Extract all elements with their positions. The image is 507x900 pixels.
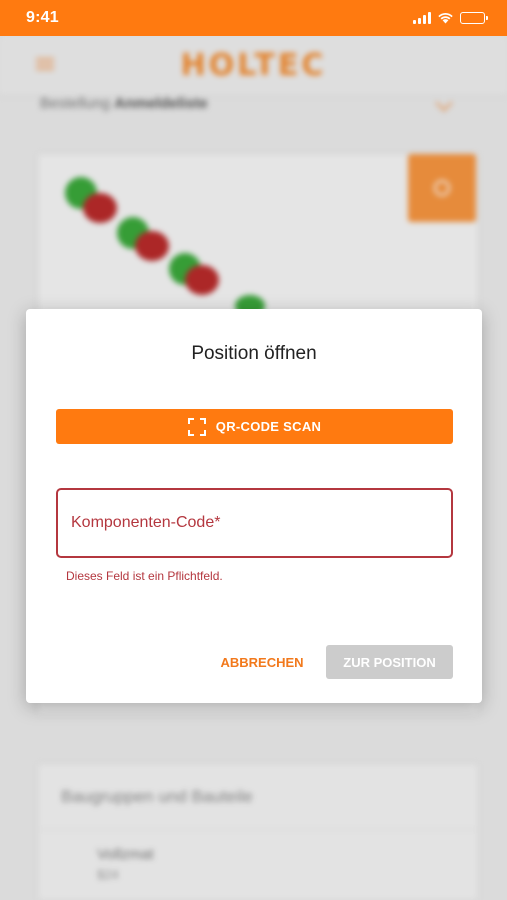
qr-scan-button[interactable]: QR-CODE SCAN [56, 409, 453, 444]
status-icons [413, 12, 488, 24]
battery-icon [460, 12, 488, 24]
cancel-button[interactable]: ABBRECHEN [212, 645, 312, 679]
field-error-message: Dieses Feld ist ein Pflichtfeld. [66, 569, 223, 583]
qr-scan-icon [187, 417, 206, 436]
signal-icon [413, 12, 431, 24]
wifi-icon [438, 13, 453, 24]
qr-scan-label: QR-CODE SCAN [215, 419, 322, 434]
dialog-title: Position öffnen [191, 343, 317, 364]
component-code-input[interactable] [71, 514, 438, 532]
go-to-position-button[interactable]: ZUR POSITION [326, 645, 453, 679]
component-code-field[interactable] [56, 488, 453, 558]
position-dialog: Position öffnen QR-CODE SCAN Dieses Feld… [26, 309, 482, 703]
status-time: 9:41 [26, 9, 59, 26]
status-bar: 9:41 [0, 0, 507, 36]
